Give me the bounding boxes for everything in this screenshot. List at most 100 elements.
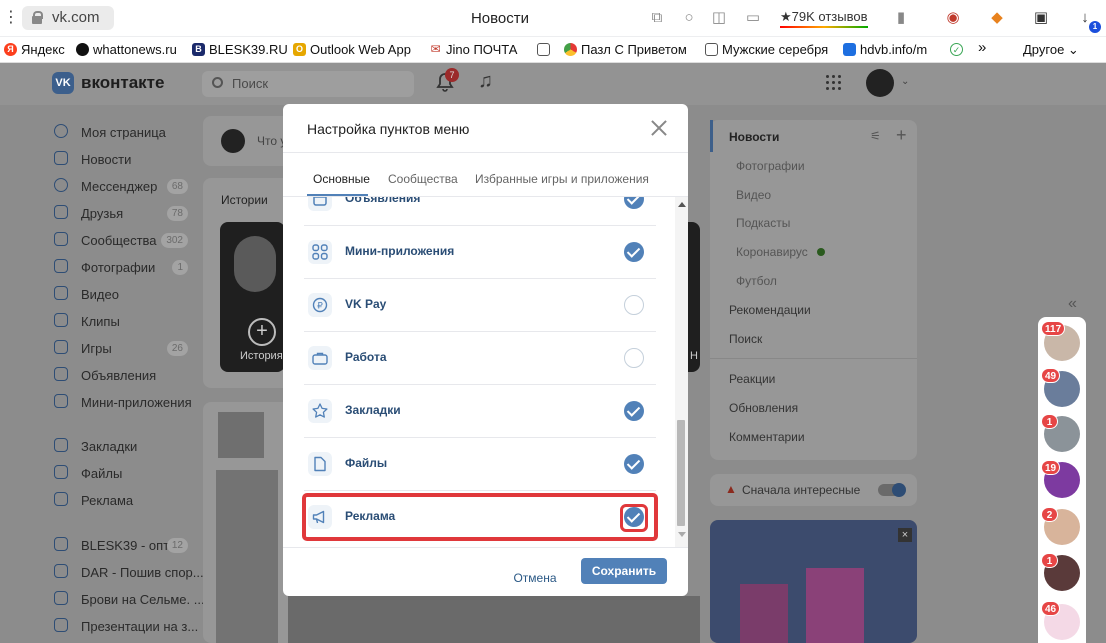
unread-badge: 2 [1041,507,1058,522]
menu-row-work[interactable]: Работа [304,332,656,385]
more-bookmarks[interactable]: » [962,39,986,56]
rnav-comments[interactable]: Комментарии [729,430,805,444]
address-bar[interactable]: vk.com [22,6,114,30]
rnav-photos[interactable]: Фотографии [736,159,805,173]
rnav-recommendations[interactable]: Рекомендации [729,303,811,317]
nav-ads[interactable]: Объявления [54,365,194,387]
nav-games[interactable]: Игры 26 [54,338,194,360]
collapse-icon[interactable]: « [1068,295,1077,313]
users-icon [54,591,68,605]
ads-icon [54,367,68,381]
downloads-badge: 1 [1089,21,1101,33]
browser-menu-icon[interactable]: ⋮ [3,9,19,27]
checkbox-unchecked[interactable] [624,348,644,368]
extension2-icon[interactable]: ▣ [1032,9,1050,27]
chat-icon[interactable]: ▭ [744,9,762,27]
reviews-link[interactable]: ★79K отзывов [780,9,868,28]
rnav-corona[interactable]: Коронавирус [736,245,808,259]
cancel-button[interactable]: Отмена [505,564,565,592]
checkbox-checked[interactable] [624,197,644,209]
music-icon[interactable]: ♫ [478,70,493,93]
nav-messenger[interactable]: Мессенджер 68 [54,176,194,198]
toggle-knob [892,483,906,497]
rnav-updates[interactable]: Обновления [729,401,798,415]
bookmark-outlook[interactable]: O Outlook Web App [293,42,411,57]
bookmark-jino[interactable]: ✉ Jino ПОЧТА [429,42,517,57]
nav-group-4[interactable]: Презентации на з... [54,616,198,638]
friends-sidebar: 117 49 1 19 2 1 46 [1038,317,1086,643]
rnav-video[interactable]: Видео [736,188,771,202]
checkbox-checked[interactable] [624,454,644,474]
vk-logo-icon[interactable]: VK [52,72,74,94]
star-icon [308,399,332,423]
nav-video[interactable]: Видео [54,284,194,306]
rnav-reactions[interactable]: Реакции [729,372,775,386]
tab-favorite-games[interactable]: Избранные игры и приложения [475,172,649,186]
add-icon[interactable]: + [896,125,907,146]
protect-icon[interactable]: ◫ [710,9,728,27]
close-icon[interactable] [651,120,667,136]
bookmark-icon[interactable]: ▮ [892,9,910,27]
bookmark-silver[interactable]: Мужские серебря [705,42,828,57]
nav-news[interactable]: Новости [54,149,194,171]
bookmark-puzzle[interactable]: Пазл С Приветом [564,42,687,57]
vk-brand[interactable]: вконтакте [81,73,164,93]
save-button[interactable]: Сохранить [581,558,667,584]
vk-search-input[interactable]: Поиск [202,71,414,97]
checkbox-unchecked[interactable] [624,295,644,315]
rnav-search[interactable]: Поиск [729,332,762,346]
nav-group-3[interactable]: Брови на Сельме. ... [54,589,205,611]
menu-row-files[interactable]: Файлы [304,438,656,491]
chevron-down-icon[interactable]: ⌄ [901,76,909,87]
reader-icon[interactable]: ○ [680,9,698,27]
menu-row-vk-pay[interactable]: ₽ VK Pay [304,279,656,332]
nav-advertising[interactable]: Реклама [54,490,194,512]
nav-clips[interactable]: Клипы [54,311,194,333]
tab-main[interactable]: Основные [313,172,370,186]
scroll-down-icon[interactable] [678,532,686,537]
bookmark-blesk39[interactable]: B BLESK39.RU [192,42,288,57]
svg-text:₽: ₽ [317,302,323,312]
rnav-news[interactable]: Новости [729,130,779,144]
nav-group-1[interactable]: BLESK39 - опт... 12 [54,535,194,557]
nav-mini-apps[interactable]: Мини-приложения [54,392,194,414]
rnav-football[interactable]: Футбол [736,274,777,288]
nav-files[interactable]: Файлы [54,463,194,485]
video-icon [54,286,68,300]
unread-badge: 49 [1041,368,1061,383]
menu-row-mini-apps[interactable]: Мини-приложения [304,226,656,279]
nav-photos[interactable]: Фотографии 1 [54,257,194,279]
composer-placeholder: Что у [257,134,287,148]
profile-avatar[interactable] [866,69,894,97]
bookmark-yandex[interactable]: Я Яндекс [4,42,65,57]
checkbox-checked[interactable] [624,242,644,262]
nav-bookmarks[interactable]: Закладки [54,436,194,458]
scroll-up-icon[interactable] [678,202,686,207]
scrollbar-thumb[interactable] [677,420,685,526]
megaphone-icon [54,492,68,506]
filter-icon[interactable]: ⚟ [870,129,881,143]
services-grid-icon[interactable] [826,75,842,91]
checkbox-checked[interactable] [624,401,644,421]
rnav-podcasts[interactable]: Подкасты [736,216,790,230]
photo-icon [54,259,68,273]
menu-row-ads[interactable]: Объявления [304,197,656,226]
address-text: vk.com [52,9,100,26]
metamask-icon[interactable]: ◆ [988,9,1006,27]
puzzle-icon [564,43,577,56]
other-bookmarks[interactable]: Другое ⌄ [1006,42,1079,58]
close-icon[interactable]: × [898,528,912,542]
add-story-icon[interactable]: + [248,318,276,346]
page-icon [537,43,550,56]
nav-friends[interactable]: Друзья 78 [54,203,194,225]
page-icon [705,43,718,56]
nav-group-2[interactable]: DAR - Пошив спор... [54,562,204,584]
tabs-icon[interactable]: ⧉ [648,9,666,27]
tab-communities[interactable]: Сообщества [388,172,458,186]
nav-my-page[interactable]: Моя страница [54,122,194,144]
extension-icon[interactable]: ◉ [944,9,962,27]
bookmark-whattonews[interactable]: whattonews.ru [76,42,177,57]
nav-communities[interactable]: Сообщества 302 [54,230,194,252]
menu-row-bookmarks[interactable]: Закладки [304,385,656,438]
bookmark-hdvb[interactable]: hdvb.info/m [843,42,927,57]
